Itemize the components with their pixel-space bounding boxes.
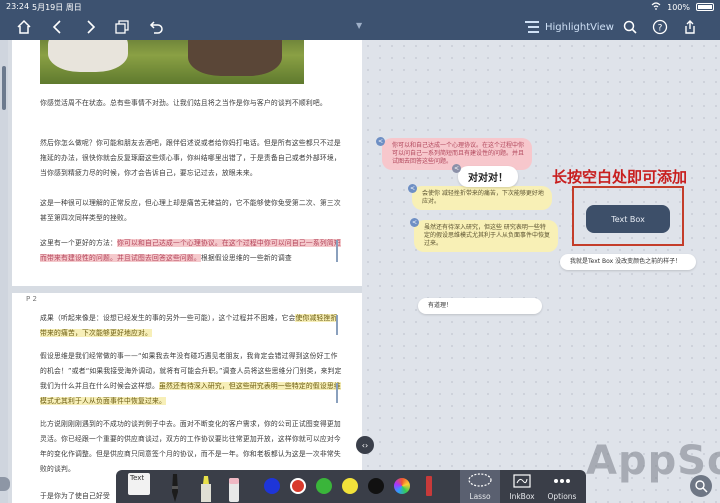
document-page-1: 你感觉活周不在状态。总有些事情不对劲。让我们姑且将之当作是你与客户的谈判不顺利吧…	[12, 40, 362, 286]
forward-arrow-icon[interactable]	[80, 17, 100, 37]
pages-icon[interactable]	[112, 17, 132, 37]
chevron-down-icon[interactable]: ▼	[356, 21, 362, 30]
highlighter-tool-icon[interactable]	[198, 474, 214, 503]
textbox-highlight-frame: Text Box	[572, 186, 684, 246]
color-swatch-green[interactable]	[316, 478, 332, 494]
doc-scrollbar[interactable]	[0, 40, 8, 503]
battery-icon	[696, 3, 714, 11]
svg-text:?: ?	[658, 24, 663, 34]
note-yellow[interactable]: 虽然还有待深入研究，但这些 研究表明一些特定的假设思维模式尤其利于人从负面事件中…	[414, 220, 558, 252]
color-swatch-yellow[interactable]	[342, 478, 358, 494]
battery-percent: 100%	[667, 2, 690, 12]
doc-paragraph: 你感觉活周不在状态。总有些事情不对劲。让我们姑且将之当作是你与客户的谈判不顺利吧…	[40, 99, 327, 107]
note-white[interactable]: 我就是Text Box 没改变颜色之前的样子！	[560, 254, 696, 270]
text-box[interactable]: Text Box	[586, 205, 670, 233]
wifi-icon	[651, 2, 661, 12]
link-badge-icon[interactable]: <	[376, 137, 385, 146]
color-picker-icon[interactable]	[394, 478, 410, 494]
doc-paragraph-highlighted: 成果（听起来像是：设想已经发生的事的另外一些可能），这个过程并不困难，它会使你减…	[40, 311, 342, 341]
undo-icon[interactable]	[146, 17, 166, 37]
inkbox-tool[interactable]	[512, 472, 532, 494]
more-dots-icon	[554, 479, 570, 483]
status-date: 5月19日 周日	[32, 3, 82, 12]
left-edge-handle[interactable]	[0, 477, 10, 491]
doc-paragraph: 然后你怎么做呢？你可能和朋友去酒吧，跟伴侣述说或者给你妈打电话。但是所有这些都只…	[40, 139, 341, 177]
highlight-marker	[336, 240, 338, 262]
note-text: 虽然还有待深入研究，但这些 研究表明一些特定的假设思维模式尤其利于人从负面事件中…	[424, 224, 551, 247]
note-text: 会使你 减轻挫折带来的痛苦，下次能够更好地应对。	[422, 190, 544, 205]
link-badge-icon[interactable]: <	[408, 184, 417, 193]
doc-text: 根据假设思维的一些新的调查	[200, 254, 292, 262]
status-right: 100%	[651, 2, 714, 12]
status-time: 23:24	[6, 2, 30, 11]
lasso-tool[interactable]	[466, 472, 494, 494]
split-handle-icon[interactable]: ‹›	[356, 436, 374, 454]
doc-paragraph: 比方说刚刚刚遇到的不成功的谈判例子中去。面对不断变化的客户需求，你的公司正试图变…	[40, 420, 341, 473]
list-icon	[525, 21, 539, 33]
pen-toolbar: Text Lasso InkBox Options	[116, 470, 586, 503]
back-arrow-icon[interactable]	[48, 17, 68, 37]
text-tool-label: Text	[130, 474, 145, 482]
document-pane[interactable]: 你感觉活周不在状态。总有些事情不对劲。让我们姑且将之当作是你与客户的谈判不顺利吧…	[0, 40, 362, 503]
color-swatch-blue[interactable]	[264, 478, 280, 494]
note-yellow[interactable]: 会使你 减轻挫折带来的痛苦，下次能够更好地应对。	[412, 186, 552, 210]
highlight-marker	[336, 383, 338, 403]
note-white[interactable]: 有道理！	[418, 298, 542, 314]
color-swatch-black[interactable]	[368, 478, 384, 494]
note-text: 你可以和自己达成一个心理协议。在这个过程中你可以问自己一系列简短而且有建设性的问…	[392, 142, 525, 165]
lasso-icon	[468, 473, 492, 487]
eraser-tool-icon[interactable]	[226, 474, 242, 503]
page-number: P 2	[26, 295, 37, 303]
watermark-logo: AppSo	[586, 438, 720, 484]
doc-scroll-thumb[interactable]	[2, 66, 6, 110]
doc-paragraph-highlighted: 这里有一个更好的方法：你可以和自己达成一个心理协议。在这个过程中你可以问自己一系…	[40, 236, 342, 266]
status-bar: 23:24 5月19日 周日 100%	[0, 0, 720, 14]
highlight-view-label: HighlightView	[545, 21, 614, 33]
marker-red-icon[interactable]	[426, 476, 432, 496]
help-icon[interactable]: ?	[650, 17, 670, 37]
color-swatch-red[interactable]	[290, 478, 306, 494]
text-tool[interactable]: Text	[128, 473, 150, 495]
share-icon[interactable]	[680, 17, 700, 37]
link-badge-icon[interactable]: <	[410, 218, 419, 227]
doc-paragraph: 这是一种很可以理解的正常反应，但心理上却是痛苦无裨益的，它不能够使你免受第二次、…	[40, 199, 341, 222]
pen-tool-icon[interactable]	[168, 474, 182, 503]
doc-text: 成果（听起来像是：设想已经发生的事的另外一些可能），这个过程并不困难，它会	[40, 314, 296, 322]
doc-text: 这里有一个更好的方法：	[40, 239, 117, 247]
sheep-photo	[40, 40, 304, 84]
mind-map-canvas[interactable]: 你可以和自己达成一个心理协议。在这个过程中你可以问自己一系列简短而且有建设性的问…	[362, 40, 720, 503]
highlight-view-button[interactable]: HighlightView	[524, 17, 614, 37]
inkbox-icon	[513, 474, 531, 488]
search-icon[interactable]	[620, 17, 640, 37]
hint-label: 长按空白处即可添加	[552, 168, 688, 186]
home-icon[interactable]	[14, 17, 34, 37]
doc-paragraph-highlighted: 假设思维是我们经常做的事——“如果我去年没有碰巧遇见老朋友，我肯定会错过得到这份…	[40, 349, 342, 409]
options-label: Options	[547, 492, 577, 501]
comment-bubble[interactable]: 对对对！	[458, 166, 518, 187]
highlight-marker	[336, 315, 338, 335]
options-tool[interactable]	[552, 472, 572, 494]
link-badge-icon[interactable]: <	[452, 164, 461, 173]
main-toolbar: ▼ HighlightView ?	[0, 14, 720, 40]
